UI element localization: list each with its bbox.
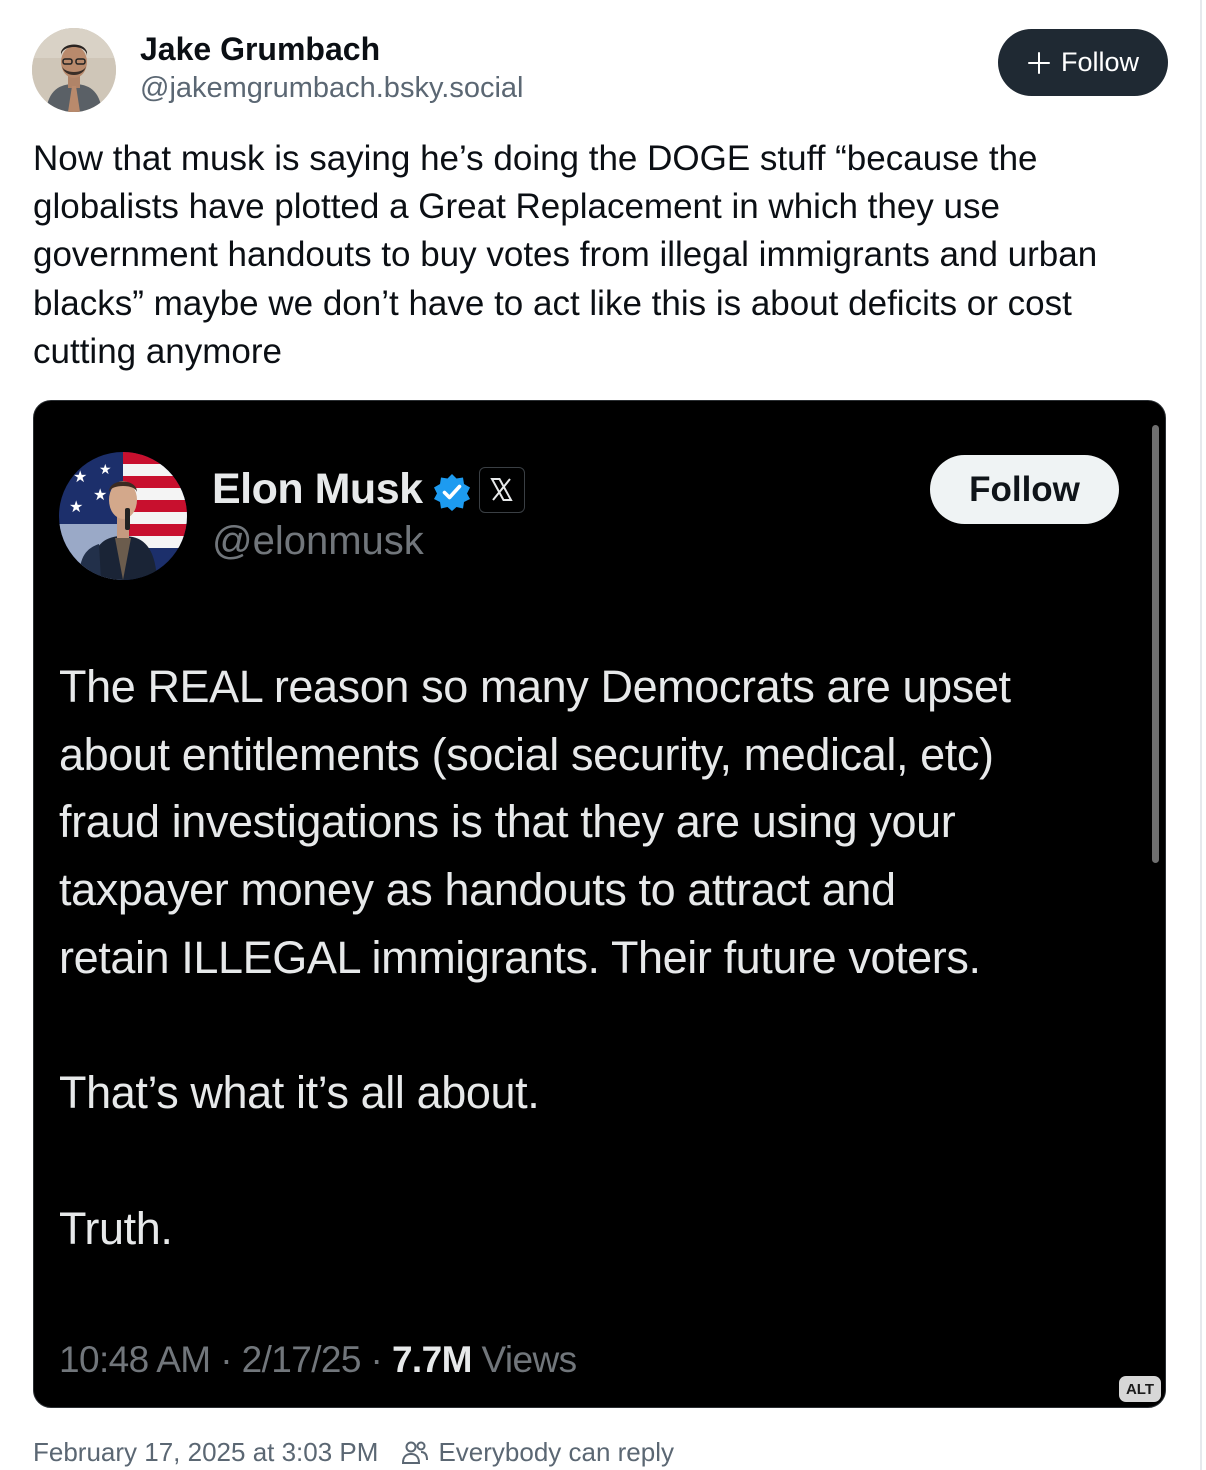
embedded-views-label: Views [471, 1339, 577, 1380]
plus-icon [1027, 51, 1051, 75]
svg-text:★: ★ [93, 485, 107, 504]
embedded-body-line: fraud investigations is that they are us… [59, 796, 956, 848]
thread-divider [1200, 0, 1202, 1470]
author-avatar[interactable] [32, 28, 116, 112]
embedded-body-line: Truth. [59, 1202, 173, 1254]
svg-text:★: ★ [73, 467, 87, 486]
embedded-author-handle: @elonmusk [212, 519, 424, 563]
svg-text:★: ★ [69, 497, 83, 516]
embedded-body-line: taxpayer money as handouts to attract an… [59, 864, 896, 916]
post-timestamp[interactable]: February 17, 2025 at 3:03 PM [33, 1437, 378, 1468]
embedded-post-meta: 10:48 AM · 2/17/25 · 7.7M Views [59, 1339, 577, 1381]
embedded-author-avatar: ★ ★ ★ ★ [59, 452, 187, 580]
embedded-body-line: about entitlements (social security, med… [59, 728, 994, 780]
embedded-time-date: 10:48 AM · 2/17/25 · [59, 1339, 392, 1380]
people-icon [400, 1438, 430, 1468]
embedded-body-line: That’s what it’s all about. [59, 1067, 540, 1119]
alt-text-badge[interactable]: ALT [1119, 1376, 1161, 1402]
svg-text:★: ★ [99, 462, 112, 478]
post-footer: February 17, 2025 at 3:03 PM Everybody c… [33, 1437, 674, 1468]
author-handle[interactable]: @jakemgrumbach.bsky.social [140, 72, 524, 105]
embedded-views-count: 7.7M [391, 1339, 472, 1380]
embedded-post-body: The REAL reason so many Democrats are up… [59, 653, 1149, 1262]
follow-button[interactable]: Follow [998, 29, 1168, 96]
author-name[interactable]: Jake Grumbach [140, 31, 380, 68]
reply-setting[interactable]: Everybody can reply [438, 1437, 674, 1468]
embedded-follow-button: Follow [930, 455, 1119, 524]
x-logo-icon [479, 467, 525, 513]
post-page: Jake Grumbach @jakemgrumbach.bsky.social… [0, 0, 1206, 1470]
embedded-body-line: retain ILLEGAL immigrants. Their future … [59, 931, 981, 983]
follow-button-label: Follow [1060, 47, 1140, 77]
image-scrollbar [1152, 425, 1159, 863]
embedded-image[interactable]: ★ ★ ★ ★ Elon Musk @elonmusk Follow The R… [33, 400, 1166, 1408]
embedded-author-name: Elon Musk [212, 465, 423, 513]
verified-badge-icon [432, 472, 472, 512]
embedded-body-line: The REAL reason so many Democrats are up… [59, 661, 1011, 712]
post-text: Now that musk is saying he’s doing the D… [33, 139, 1098, 371]
